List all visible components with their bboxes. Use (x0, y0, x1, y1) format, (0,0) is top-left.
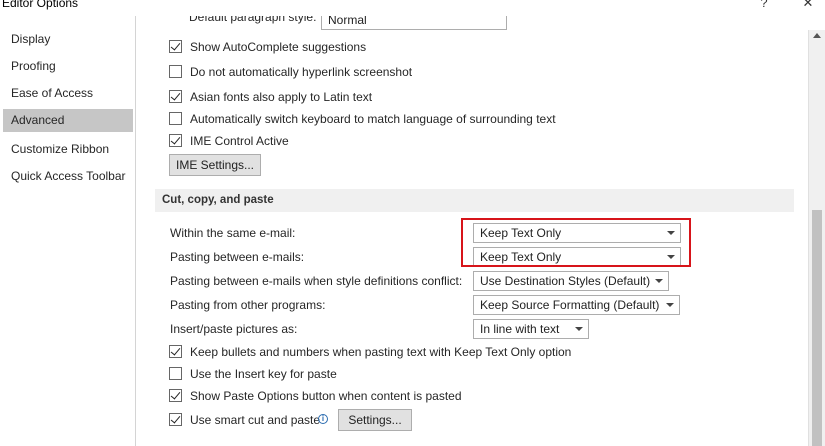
checkbox-label: Show Paste Options button when content i… (190, 389, 462, 403)
checkbox-label: Do not automatically hyperlink screensho… (190, 65, 413, 79)
auto-switch-keyboard-checkbox[interactable] (169, 112, 182, 125)
checkbox-label: Keep bullets and numbers when pasting te… (190, 345, 572, 359)
show-paste-options-checkbox[interactable] (169, 389, 182, 402)
ime-control-active-checkbox[interactable] (169, 134, 182, 147)
style-conflict-dropdown[interactable]: Use Destination Styles (Default) (473, 271, 669, 291)
sidebar-item-ease-of-access[interactable]: Ease of Access (0, 82, 134, 105)
info-icon[interactable]: i (318, 414, 328, 424)
chevron-down-icon (575, 327, 583, 331)
close-button[interactable]: ✕ (800, 0, 816, 11)
sidebar-item-quick-access-toolbar[interactable]: Quick Access Toolbar (0, 165, 134, 188)
asian-fonts-latin-checkbox[interactable] (169, 90, 182, 103)
vertical-scrollbar[interactable] (808, 30, 825, 446)
no-hyperlink-screenshot-checkbox[interactable] (169, 65, 182, 78)
scroll-up-arrow-icon[interactable] (813, 33, 821, 38)
smart-cut-settings-button[interactable]: Settings... (338, 409, 412, 431)
sidebar-item-display[interactable]: Display (0, 28, 134, 51)
title-bar: Editor Options ? ✕ (0, 0, 825, 16)
smart-cut-paste-checkbox[interactable] (169, 413, 182, 426)
insert-pictures-dropdown[interactable]: In line with text (473, 319, 589, 339)
default-paragraph-style-value: Normal (328, 16, 367, 27)
dropdown-value: Keep Source Formatting (Default) (480, 298, 660, 312)
style-conflict-label: Pasting between e-mails when style defin… (170, 274, 463, 288)
checkbox-label: Asian fonts also apply to Latin text (190, 90, 373, 104)
chevron-down-icon (666, 303, 674, 307)
dropdown-value: Use Destination Styles (Default) (480, 274, 651, 288)
pasting-other-programs-label: Pasting from other programs: (170, 298, 326, 312)
insert-key-paste-checkbox[interactable] (169, 367, 182, 380)
default-paragraph-style-dropdown[interactable]: Normal (321, 16, 507, 30)
checkbox-label: Automatically switch keyboard to match l… (190, 112, 556, 126)
default-paragraph-style-label: Default paragraph style: (189, 16, 317, 24)
window-title: Editor Options (2, 0, 79, 10)
options-sidebar: Display Proofing Ease of Access Advanced… (0, 16, 136, 446)
cut-copy-paste-heading: Cut, copy, and paste (155, 189, 794, 212)
insert-pictures-label: Insert/paste pictures as: (170, 322, 298, 336)
pasting-between-emails-label: Pasting between e-mails: (170, 250, 305, 264)
checkbox-label: IME Control Active (190, 134, 289, 148)
sidebar-item-customize-ribbon[interactable]: Customize Ribbon (0, 138, 134, 161)
checkbox-label: Show AutoComplete suggestions (190, 40, 367, 54)
keep-bullets-checkbox[interactable] (169, 345, 182, 358)
within-same-email-label: Within the same e-mail: (170, 226, 296, 240)
help-button[interactable]: ? (756, 0, 772, 10)
show-autocomplete-checkbox[interactable] (169, 40, 182, 53)
scroll-thumb[interactable] (812, 210, 822, 446)
sidebar-item-proofing[interactable]: Proofing (0, 55, 134, 78)
sidebar-item-advanced[interactable]: Advanced (3, 109, 133, 132)
chevron-down-icon (655, 279, 663, 283)
ime-settings-button[interactable]: IME Settings... (169, 154, 261, 176)
checkbox-label: Use smart cut and paste (190, 413, 321, 427)
checkbox-label: Use the Insert key for paste (190, 367, 337, 381)
pasting-other-programs-dropdown[interactable]: Keep Source Formatting (Default) (473, 295, 680, 315)
dropdown-value: In line with text (480, 322, 560, 336)
highlight-annotation (461, 218, 691, 267)
